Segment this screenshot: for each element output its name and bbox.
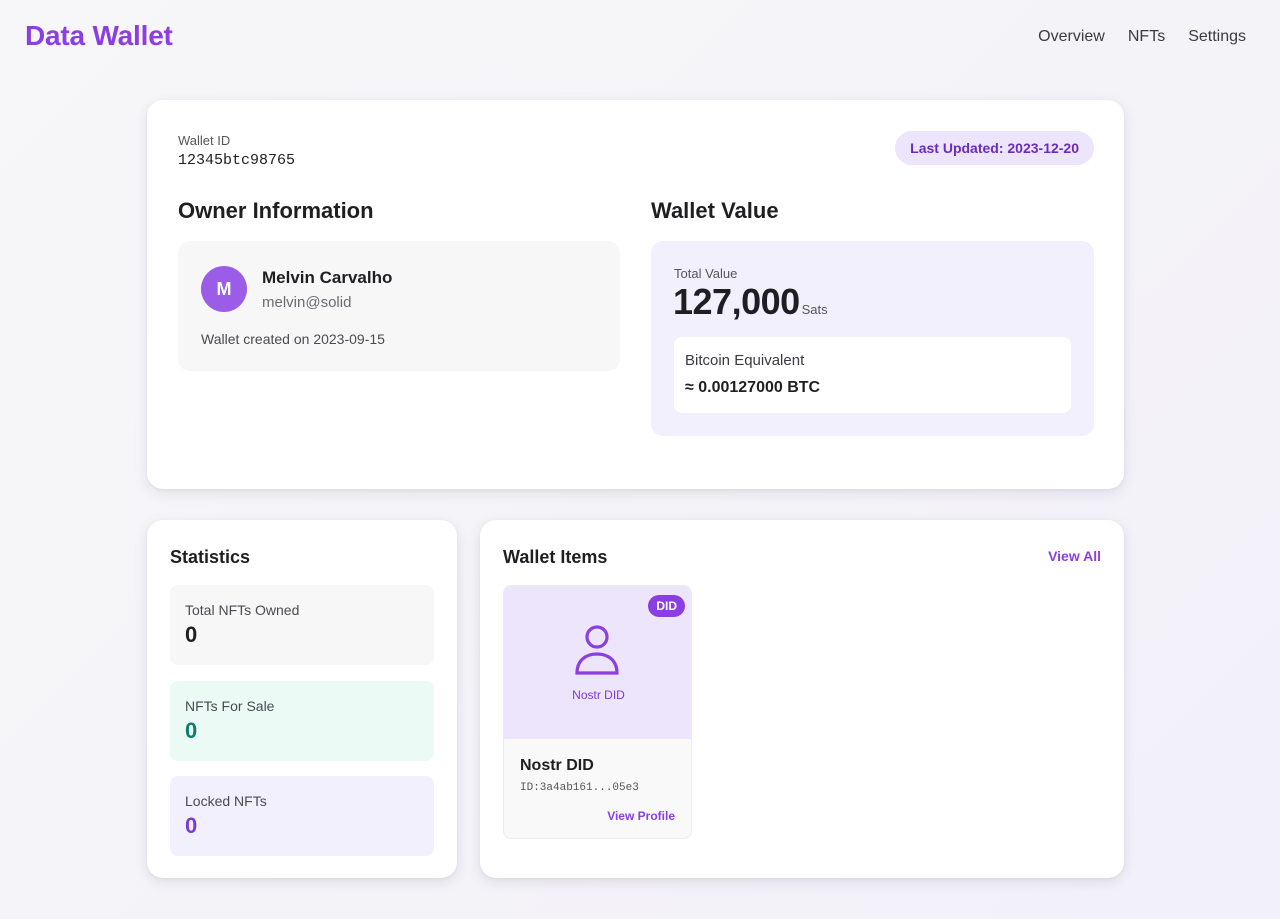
owner-email: melvin@solid: [262, 294, 352, 311]
stat-locked-nfts: Locked NFTs 0: [170, 776, 434, 856]
stat-total-nfts: Total NFTs Owned 0: [170, 585, 434, 665]
statistics-card: Statistics Total NFTs Owned 0 NFTs For S…: [147, 520, 457, 878]
wallet-item-card[interactable]: DID Nostr DID Nostr DID ID:3a4ab161...05…: [503, 585, 692, 839]
brand-title[interactable]: Data Wallet: [25, 20, 173, 52]
total-value-amount: 127,000: [673, 281, 800, 322]
value-section-title: Wallet Value: [651, 198, 779, 223]
stat-value: 0: [185, 622, 198, 647]
wallet-items-card: Wallet Items View All DID Nostr DID Nost…: [480, 520, 1124, 878]
btc-equivalent-box: Bitcoin Equivalent ≈ 0.00127000 BTC: [674, 337, 1071, 413]
avatar: M: [201, 266, 247, 312]
stat-label: Locked NFTs: [185, 793, 267, 809]
total-value-row: 127,000 Sats: [673, 281, 828, 323]
stat-value: 0: [185, 718, 198, 743]
wallet-id-label: Wallet ID: [178, 133, 231, 148]
wallet-id-value: 12345btc98765: [178, 152, 296, 169]
item-id: ID:3a4ab161...05e3: [520, 782, 639, 794]
nav-overview[interactable]: Overview: [1038, 28, 1105, 46]
wallet-value-box: Total Value 127,000 Sats Bitcoin Equival…: [651, 241, 1094, 436]
nav-settings[interactable]: Settings: [1188, 28, 1246, 46]
wallet-items-title: Wallet Items: [503, 547, 608, 567]
person-icon: [575, 625, 619, 675]
btc-equivalent-label: Bitcoin Equivalent: [685, 352, 805, 369]
total-value-unit: Sats: [801, 302, 828, 317]
view-all-link[interactable]: View All: [1048, 548, 1101, 564]
view-profile-link[interactable]: View Profile: [607, 809, 675, 823]
owner-name: Melvin Carvalho: [262, 268, 393, 287]
total-value-label: Total Value: [674, 266, 738, 281]
top-bar: Data Wallet Overview NFTs Settings: [0, 0, 1280, 76]
stat-value: 0: [185, 813, 198, 838]
item-media-caption: Nostr DID: [572, 688, 625, 702]
statistics-title: Statistics: [170, 547, 251, 567]
owner-section-title: Owner Information: [178, 198, 374, 223]
stat-label: NFTs For Sale: [185, 698, 275, 714]
did-badge: DID: [648, 595, 685, 617]
wallet-summary-card: Wallet ID 12345btc98765 Last Updated: 20…: [147, 100, 1124, 489]
stat-nfts-for-sale: NFTs For Sale 0: [170, 681, 434, 761]
owner-info-box: M Melvin Carvalho melvin@solid Wallet cr…: [178, 241, 620, 371]
btc-equivalent-value: ≈ 0.00127000 BTC: [685, 379, 821, 396]
wallet-created-date: Wallet created on 2023-09-15: [201, 331, 385, 347]
item-media: DID Nostr DID: [504, 586, 691, 739]
nav-nfts[interactable]: NFTs: [1128, 28, 1165, 46]
item-name: Nostr DID: [520, 757, 594, 774]
main-nav: Overview NFTs Settings: [1038, 28, 1246, 46]
stat-label: Total NFTs Owned: [185, 602, 300, 618]
last-updated-badge: Last Updated: 2023-12-20: [895, 131, 1094, 165]
